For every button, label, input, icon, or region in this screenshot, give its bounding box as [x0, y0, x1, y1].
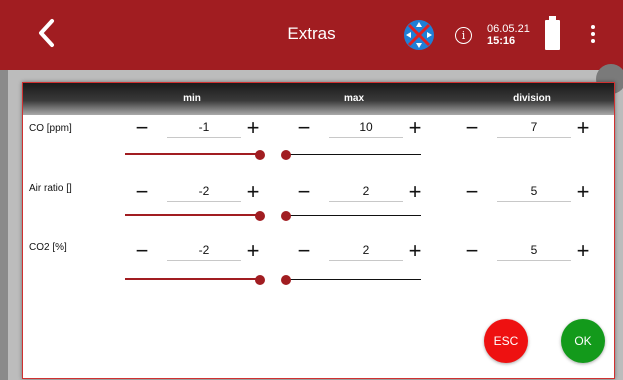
date-text: 06.05.21 [487, 23, 530, 35]
co2-max-increment-button[interactable]: + [403, 239, 427, 263]
time-text: 15:16 [487, 35, 516, 47]
co-max-input[interactable] [329, 117, 403, 138]
co-min-input[interactable] [167, 117, 241, 138]
slider-thumb[interactable] [255, 150, 265, 160]
co-max-decrement-button[interactable]: − [292, 116, 316, 140]
air-ratio-min-decrement-button[interactable]: − [130, 180, 154, 204]
air-ratio-min-slider[interactable] [125, 210, 265, 222]
datetime: 06.05.21 15:16 [487, 23, 530, 47]
info-icon[interactable]: i [455, 27, 472, 44]
air-ratio-division-input[interactable] [497, 181, 571, 202]
co-max-slider[interactable] [281, 149, 421, 161]
back-chevron-icon [39, 19, 54, 47]
col-header-min: min [183, 93, 201, 104]
col-header-max: max [343, 93, 365, 104]
slider-fill [125, 153, 260, 155]
slider-thumb[interactable] [281, 275, 291, 285]
table-header: min max division [23, 83, 614, 115]
co2-max-decrement-button[interactable]: − [292, 239, 316, 263]
co2-division-input[interactable] [497, 240, 571, 261]
slider-fill [125, 278, 260, 280]
co2-min-decrement-button[interactable]: − [130, 239, 154, 263]
co2-min-slider[interactable] [125, 274, 265, 286]
slider-fill [125, 214, 260, 216]
app-bar: Extras i 06.05.21 15:16 [0, 0, 623, 70]
slider-track [286, 279, 421, 280]
air-ratio-max-input[interactable] [329, 181, 403, 202]
co-min-increment-button[interactable]: + [241, 116, 265, 140]
col-header-division: division [513, 93, 551, 104]
ok-button[interactable]: OK [561, 319, 605, 363]
air-ratio-min-input[interactable] [167, 181, 241, 202]
co-min-slider[interactable] [125, 149, 265, 161]
row-label-co2: CO2 [%] [29, 242, 67, 253]
slider-thumb[interactable] [255, 275, 265, 285]
row-label-co: CO [ppm] [29, 123, 72, 134]
co2-min-input[interactable] [167, 240, 241, 261]
co2-max-input[interactable] [329, 240, 403, 261]
slider-thumb[interactable] [255, 211, 265, 221]
slider-thumb[interactable] [281, 211, 291, 221]
co2-division-increment-button[interactable]: + [571, 239, 595, 263]
air-ratio-division-increment-button[interactable]: + [571, 180, 595, 204]
air-ratio-max-increment-button[interactable]: + [403, 180, 427, 204]
co2-max-slider[interactable] [281, 274, 421, 286]
air-ratio-min-increment-button[interactable]: + [241, 180, 265, 204]
co-division-input[interactable] [497, 117, 571, 138]
co-max-increment-button[interactable]: + [403, 116, 427, 140]
co-division-increment-button[interactable]: + [571, 116, 595, 140]
compass-icon[interactable] [403, 19, 435, 51]
esc-button[interactable]: ESC [484, 319, 528, 363]
air-ratio-division-decrement-button[interactable]: − [460, 180, 484, 204]
more-vert-icon[interactable] [586, 25, 600, 45]
slider-track [286, 215, 421, 216]
co2-division-decrement-button[interactable]: − [460, 239, 484, 263]
co-min-decrement-button[interactable]: − [130, 116, 154, 140]
air-ratio-max-slider[interactable] [281, 210, 421, 222]
air-ratio-max-decrement-button[interactable]: − [292, 180, 316, 204]
co2-min-increment-button[interactable]: + [241, 239, 265, 263]
row-label-air-ratio: Air ratio [] [29, 183, 72, 194]
slider-track [286, 154, 421, 155]
co-division-decrement-button[interactable]: − [460, 116, 484, 140]
extras-dialog: min max division CO [ppm] − + − + − + Ai… [22, 82, 615, 379]
slider-thumb[interactable] [281, 150, 291, 160]
back-button[interactable] [30, 16, 64, 50]
battery-icon [545, 16, 560, 50]
